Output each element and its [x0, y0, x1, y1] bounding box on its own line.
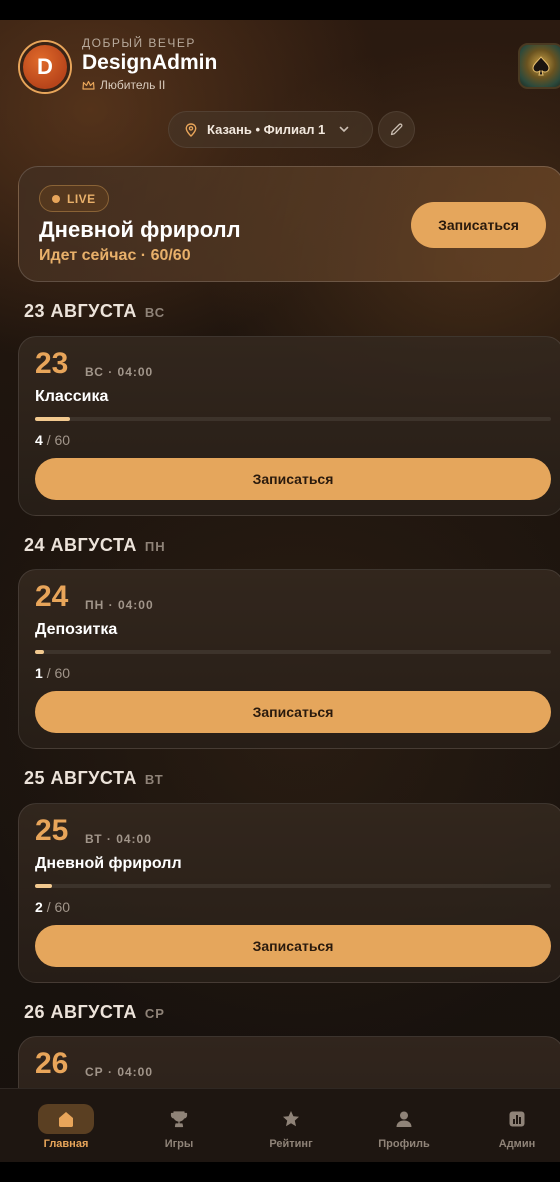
chart-icon [489, 1104, 545, 1134]
level-badge: Любитель II [82, 78, 165, 92]
edit-location-button[interactable] [378, 111, 415, 148]
crown-icon [82, 80, 95, 90]
nav-item-admin[interactable]: Админ [461, 1089, 560, 1162]
tournament-time: ВТ · 04:00 [85, 832, 152, 846]
bottom-nav: Главная Игры Рейтинг Профиль Админ [0, 1088, 560, 1162]
weekday-label: ПН [144, 539, 166, 554]
tournament-card: 25 ВТ · 04:00 Дневной фриролл 2 / 60 Зап… [18, 803, 560, 983]
registration-count: 2 / 60 [35, 899, 70, 915]
date-header: 23 АВГУСТА ВС [24, 301, 165, 322]
capacity: / 60 [46, 432, 71, 448]
tournament-day: 26 [35, 1047, 69, 1080]
tournament-time: СР · 04:00 [85, 1065, 154, 1079]
tournament-day: 24 [35, 580, 69, 613]
weekday-label: ВТ [144, 772, 164, 787]
date-header: 25 АВГУСТА ВТ [24, 768, 164, 789]
tournament-day: 23 [35, 347, 69, 380]
nav-label: Профиль [378, 1138, 430, 1150]
avatar[interactable]: D [20, 42, 70, 92]
date-label: 23 АВГУСТА [24, 301, 137, 321]
registration-progress-fill [35, 884, 53, 888]
star-icon [263, 1104, 319, 1134]
game-icon[interactable] [518, 43, 560, 89]
level-label: Любитель II [100, 78, 166, 92]
registration-progress-fill [35, 650, 45, 654]
capacity: / 60 [46, 665, 71, 681]
tournament-name: Депозитка [35, 621, 118, 638]
location-label: Казань • Филиал 1 [207, 122, 326, 137]
tournament-time: ВС · 04:00 [85, 365, 154, 379]
live-register-button[interactable]: Записаться [411, 202, 546, 248]
date-label: 24 АВГУСТА [24, 535, 137, 555]
live-badge: LIVE [39, 185, 109, 212]
live-title: Дневной фриролл [39, 217, 241, 242]
date-label: 25 АВГУСТА [24, 768, 137, 788]
registered-count: 2 [35, 899, 43, 915]
nav-item-games[interactable]: Игры [123, 1089, 235, 1162]
spade-icon [532, 56, 550, 76]
chevron-down-icon [339, 126, 349, 133]
user-icon [376, 1104, 432, 1134]
nav-label: Главная [43, 1138, 89, 1150]
date-label: 26 АВГУСТА [24, 1002, 137, 1022]
register-button[interactable]: Записаться [35, 925, 551, 967]
registration-progress-fill [35, 417, 70, 421]
tournament-card: 23 ВС · 04:00 Классика 4 / 60 Записаться [18, 336, 560, 516]
registration-count: 1 / 60 [35, 665, 70, 681]
tournament-name: Дневной фриролл [35, 855, 182, 872]
trophy-icon [151, 1104, 207, 1134]
registered-count: 1 [35, 665, 43, 681]
tournament-name: Классика [35, 388, 109, 405]
tournament-day: 25 [35, 814, 69, 847]
nav-label: Админ [498, 1138, 536, 1150]
live-badge-label: LIVE [67, 191, 96, 206]
weekday-label: СР [144, 1006, 165, 1021]
greeting: ДОБРЫЙ ВЕЧЕР [82, 36, 196, 50]
registration-progress [35, 417, 551, 421]
register-button[interactable]: Записаться [35, 458, 551, 500]
registration-progress [35, 650, 551, 654]
tournament-card: 24 ПН · 04:00 Депозитка 1 / 60 Записатьс… [18, 569, 560, 749]
nav-item-profile[interactable]: Профиль [348, 1089, 460, 1162]
live-tournament-card: LIVE Дневной фриролл Идет сейчас · 60/60… [18, 166, 560, 282]
registration-progress [35, 884, 551, 888]
registered-count: 4 [35, 432, 43, 448]
weekday-label: ВС [144, 305, 166, 320]
live-dot-icon [52, 194, 60, 203]
registration-count: 4 / 60 [35, 432, 70, 448]
home-screen: D ДОБРЫЙ ВЕЧЕР DesignAdmin Любитель II К… [0, 20, 560, 1162]
nav-label: Игры [164, 1138, 194, 1150]
pin-icon [185, 122, 197, 137]
nav-item-rating[interactable]: Рейтинг [235, 1089, 347, 1162]
pencil-icon [390, 123, 403, 136]
register-button[interactable]: Записаться [35, 691, 551, 733]
capacity: / 60 [46, 899, 71, 915]
tournament-time: ПН · 04:00 [85, 598, 154, 612]
username: DesignAdmin [82, 51, 218, 74]
live-subtitle: Идет сейчас · 60/60 [39, 247, 191, 264]
nav-label: Рейтинг [269, 1138, 313, 1150]
nav-item-home[interactable]: Главная [10, 1089, 122, 1162]
location-selector[interactable]: Казань • Филиал 1 [168, 111, 373, 148]
date-header: 24 АВГУСТА ПН [24, 535, 166, 556]
home-icon [38, 1104, 94, 1134]
date-header: 26 АВГУСТА СР [24, 1002, 165, 1023]
